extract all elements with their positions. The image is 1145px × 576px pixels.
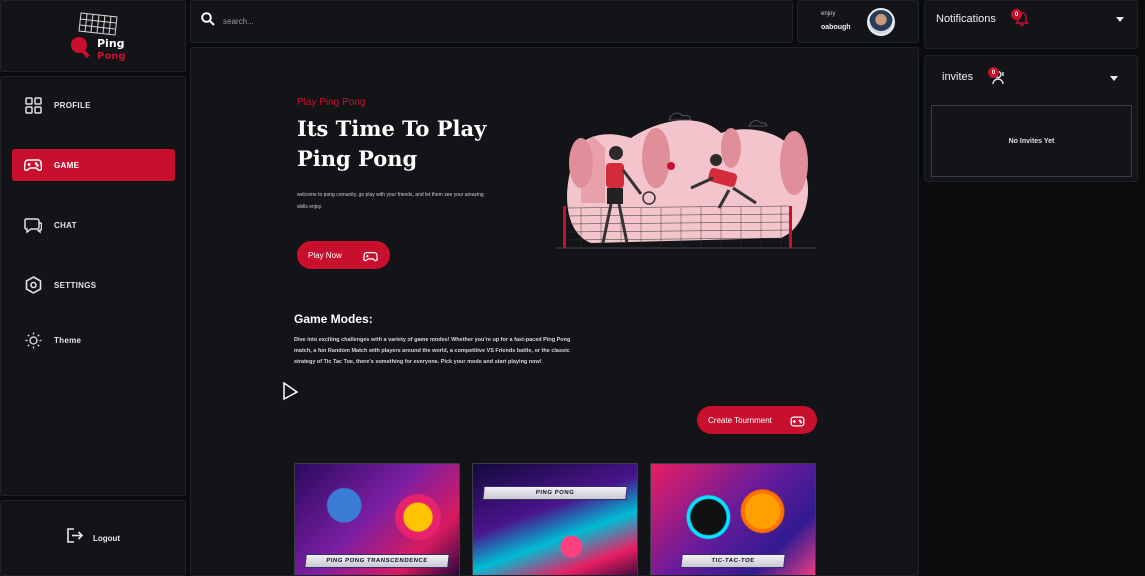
notifications-title: Notifications: [936, 13, 996, 25]
brand-line2: Pong: [97, 51, 125, 62]
sidebar-item-chat[interactable]: CHAT: [12, 209, 175, 241]
modes-description: Dive into exciting challenges with a var…: [294, 337, 571, 365]
grid-icon: [24, 96, 42, 114]
search-bar: [190, 0, 793, 43]
sidebar: PROFILE GAME CHAT SETTINGS Theme: [0, 76, 186, 496]
chat-icon: [24, 216, 42, 234]
logout-panel: Logout: [0, 500, 186, 576]
gamepad-icon: [363, 249, 378, 267]
card-banner-text: PING PONG: [535, 490, 575, 496]
gamepad-icon: [790, 414, 805, 432]
ping-pong-logo: Ping Pong: [71, 12, 125, 62]
logo-panel: Ping Pong: [0, 0, 186, 72]
logout-icon: [66, 528, 84, 548]
game-card-vs-friends[interactable]: PING PONG: [472, 463, 638, 575]
logout-label: Logout: [93, 533, 121, 543]
hero-title: Its Time To Play Ping Pong: [297, 116, 487, 171]
game-card-ping-pong[interactable]: PING PONG TRANSCENDENCE: [294, 463, 460, 575]
sidebar-item-profile[interactable]: PROFILE: [12, 89, 175, 121]
app-root: Ping Pong PROFILE GAME CHAT SETTINGS The…: [0, 0, 1145, 576]
mouse-pointer-icon: [283, 382, 299, 401]
card-banner: PING PONG: [482, 486, 628, 500]
hero-description: welcome to pong comunity, go play with y…: [297, 192, 484, 210]
sidebar-item-game[interactable]: GAME: [12, 149, 175, 181]
invites-empty-text: No Invites Yet: [1008, 137, 1055, 145]
avatar[interactable]: [867, 8, 895, 36]
invites-title: invites: [942, 71, 974, 83]
card-banner: TIC-TAC-TOE: [680, 554, 786, 568]
play-now-label: Play Now: [308, 250, 342, 260]
user-panel: enjoy oabough: [797, 0, 919, 43]
chevron-down-icon[interactable]: [1116, 17, 1124, 22]
sidebar-item-label: PROFILE: [54, 100, 91, 110]
gamepad-icon: [24, 156, 42, 174]
card-banner-text: TIC-TAC-TOE: [711, 558, 755, 564]
chevron-down-icon[interactable]: [1110, 76, 1118, 81]
modes-title: Game Modes:: [294, 312, 373, 326]
notifications-count-badge: 0: [1011, 9, 1022, 20]
sidebar-item-theme[interactable]: Theme: [12, 324, 175, 356]
card-banner-text: PING PONG TRANSCENDENCE: [325, 558, 429, 564]
ping-pong-players-illustration: [556, 112, 816, 249]
sun-icon: [24, 331, 42, 349]
user-name: oabough: [821, 24, 851, 31]
sidebar-item-label: GAME: [54, 160, 80, 170]
hexagon-settings-icon: [24, 276, 42, 294]
game-card-tic-tac-toe[interactable]: TIC-TAC-TOE: [650, 463, 816, 575]
play-now-button[interactable]: Play Now: [297, 241, 390, 269]
sidebar-item-label: CHAT: [54, 220, 77, 230]
sidebar-item-label: Theme: [54, 335, 82, 345]
notifications-panel: Notifications 0: [924, 0, 1138, 49]
invites-panel: invites 0 No Invites Yet: [924, 55, 1138, 182]
hero-kicker: Play Ping Pong: [297, 97, 366, 108]
main-content: Play Ping Pong Its Time To Play Ping Pon…: [190, 47, 919, 576]
sidebar-item-label: SETTINGS: [54, 280, 97, 290]
card-banner: PING PONG TRANSCENDENCE: [304, 554, 450, 568]
brand-line1: Ping: [97, 37, 125, 50]
user-greeting: enjoy: [821, 11, 836, 17]
search-input[interactable]: [223, 17, 523, 26]
create-tournament-label: Create Tournment: [708, 415, 772, 425]
create-tournament-button[interactable]: Create Tournment: [697, 406, 817, 434]
logout-button[interactable]: Logout: [66, 528, 120, 548]
invites-count-badge: 0: [988, 67, 999, 78]
invites-empty-state: No Invites Yet: [931, 105, 1132, 177]
search-icon[interactable]: [201, 12, 215, 31]
sidebar-item-settings[interactable]: SETTINGS: [12, 269, 175, 301]
